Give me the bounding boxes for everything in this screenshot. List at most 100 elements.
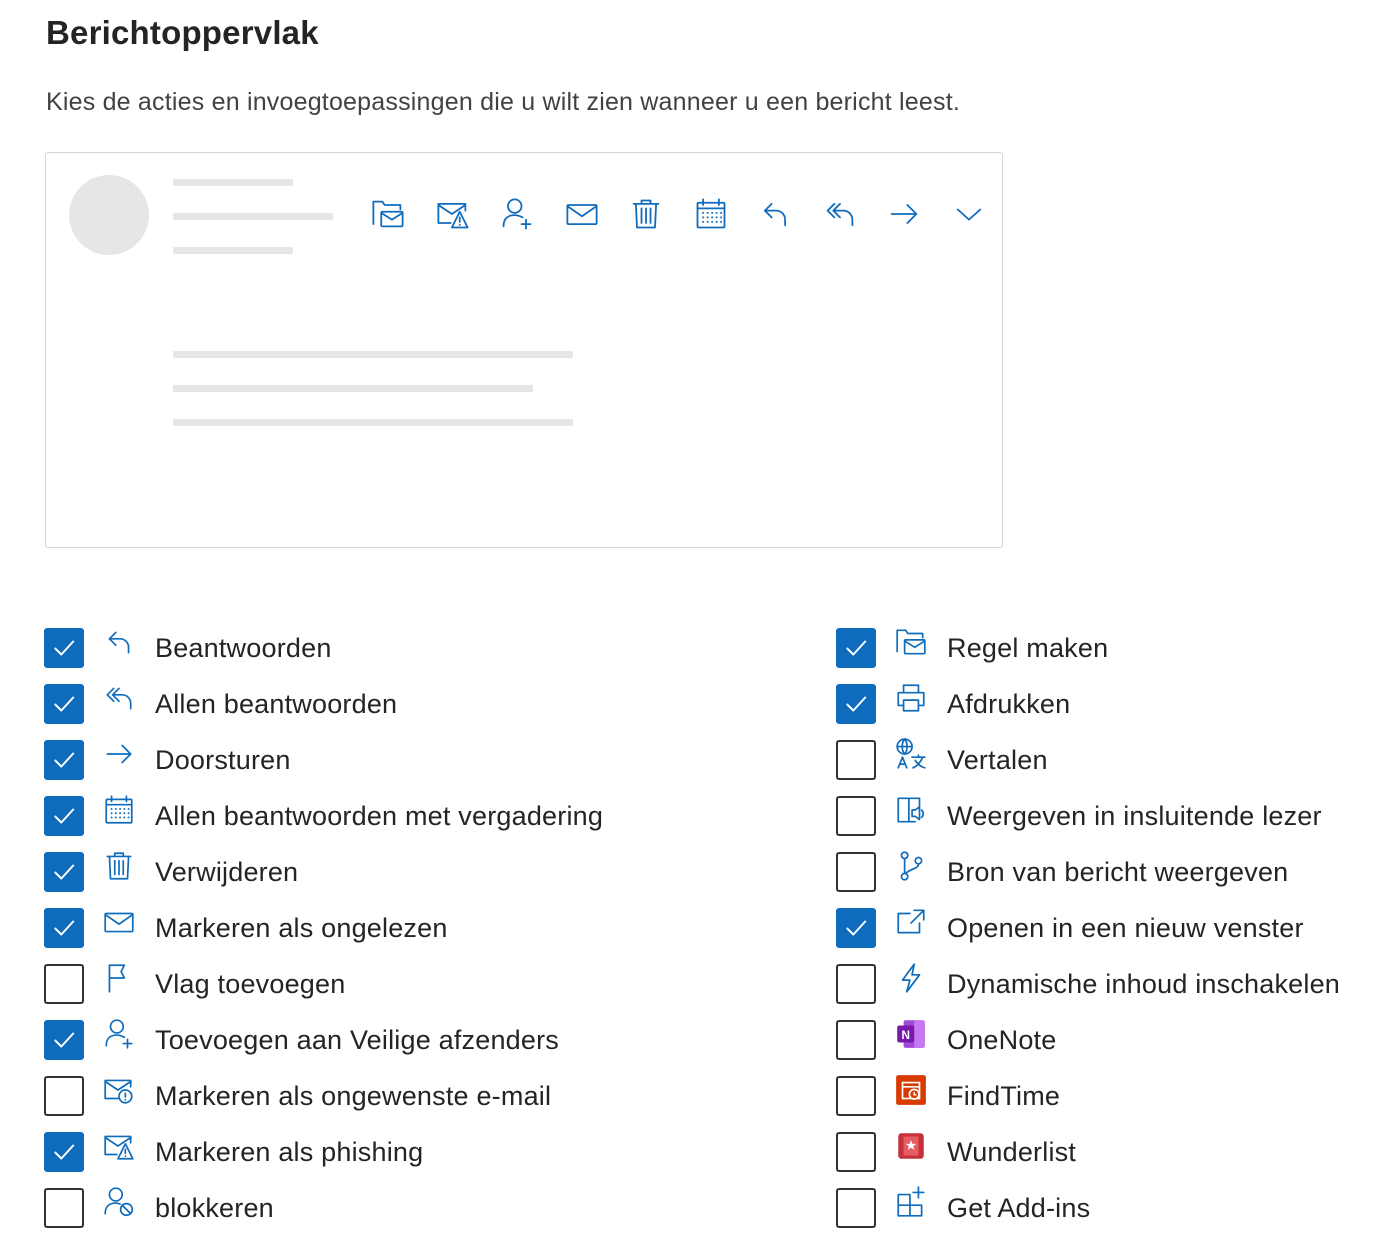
page-title: Berichtoppervlak [46, 14, 319, 51]
forward-icon [102, 737, 136, 771]
option-label: Regel maken [947, 632, 1109, 663]
add-person-icon [102, 1017, 136, 1051]
checkbox[interactable] [44, 908, 84, 948]
option-label: Dynamische inhoud inschakelen [947, 968, 1341, 999]
delete-icon [628, 196, 664, 232]
option-vertalen[interactable]: Vertalen [836, 732, 1340, 788]
option-label: Beantwoorden [155, 632, 332, 663]
option-beantwoorden[interactable]: Beantwoorden [44, 620, 603, 676]
option-verwijderen[interactable]: Verwijderen [44, 844, 603, 900]
option-doorsturen[interactable]: Doorsturen [44, 732, 603, 788]
checkmark-icon [51, 691, 77, 717]
svg-text:N: N [901, 1029, 909, 1042]
calendar-icon [693, 196, 729, 232]
option-allen-beantwoorden-met-vergadering[interactable]: Allen beantwoorden met vergadering [44, 788, 603, 844]
option-label: Get Add-ins [947, 1192, 1091, 1223]
flash-icon [894, 961, 928, 995]
avatar-placeholder [69, 175, 149, 255]
preview-toolbar-button[interactable] [614, 193, 679, 235]
checkbox[interactable] [44, 684, 84, 724]
checkmark-icon [51, 915, 77, 941]
checkmark-icon [51, 803, 77, 829]
preview-toolbar-button[interactable] [743, 193, 808, 235]
preview-toolbar-button[interactable] [550, 193, 615, 235]
preview-toolbar-button[interactable] [356, 193, 421, 235]
reply-all-icon [822, 196, 858, 232]
option-label: Toevoegen aan Veilige afzenders [155, 1024, 560, 1055]
placeholder-line [173, 351, 573, 358]
checkbox[interactable] [836, 1020, 876, 1060]
open-window-icon [894, 905, 928, 939]
option-blokkeren[interactable]: blokkeren [44, 1180, 603, 1236]
option-markeren-als-ongelezen[interactable]: Markeren als ongelezen [44, 900, 603, 956]
option-findtime[interactable]: FindTime [836, 1068, 1340, 1124]
placeholder-line [173, 419, 573, 426]
checkbox[interactable] [44, 1132, 84, 1172]
option-label: Markeren als ongelezen [155, 912, 448, 943]
option-openen-in-een-nieuw-venster[interactable]: Openen in een nieuw venster [836, 900, 1340, 956]
checkbox[interactable] [836, 964, 876, 1004]
option-markeren-als-phishing[interactable]: Markeren als phishing [44, 1124, 603, 1180]
checkbox[interactable] [836, 628, 876, 668]
preview-toolbar-button[interactable] [679, 193, 744, 235]
checkbox[interactable] [44, 852, 84, 892]
option-label: Verwijderen [155, 856, 299, 887]
forward-icon [886, 196, 922, 232]
preview-toolbar-button[interactable] [808, 193, 873, 235]
option-dynamische-inhoud-inschakelen[interactable]: Dynamische inhoud inschakelen [836, 956, 1340, 1012]
preview-toolbar [356, 193, 1001, 235]
options-column-left: Beantwoorden Allen beantwoorden Doorsturen… [44, 620, 603, 1236]
checkbox[interactable] [44, 796, 84, 836]
reply-icon [102, 625, 136, 659]
checkmark-icon [843, 635, 869, 661]
checkbox[interactable] [44, 1188, 84, 1228]
get-addins-icon [894, 1185, 928, 1219]
delete-icon [102, 849, 136, 883]
phishing-icon [102, 1129, 136, 1163]
onenote-icon: N [894, 1017, 928, 1051]
preview-toolbar-button[interactable] [421, 193, 486, 235]
option-regel-maken[interactable]: Regel maken [836, 620, 1340, 676]
option-wunderlist[interactable]: Wunderlist [836, 1124, 1340, 1180]
option-label: Weergeven in insluitende lezer [947, 800, 1322, 831]
option-markeren-als-ongewenste-e-mail[interactable]: Markeren als ongewenste e-mail [44, 1068, 603, 1124]
checkbox[interactable] [836, 684, 876, 724]
option-vlag-toevoegen[interactable]: Vlag toevoegen [44, 956, 603, 1012]
option-onenote[interactable]: N OneNote [836, 1012, 1340, 1068]
checkbox[interactable] [836, 908, 876, 948]
option-label: Allen beantwoorden [155, 688, 398, 719]
checkbox[interactable] [836, 852, 876, 892]
option-label: Markeren als ongewenste e-mail [155, 1080, 552, 1111]
checkbox[interactable] [836, 796, 876, 836]
option-label: Allen beantwoorden met vergadering [155, 800, 604, 831]
preview-toolbar-button[interactable] [485, 193, 550, 235]
option-allen-beantwoorden[interactable]: Allen beantwoorden [44, 676, 603, 732]
checkbox[interactable] [44, 964, 84, 1004]
option-bron-van-bericht-weergeven[interactable]: Bron van bericht weergeven [836, 844, 1340, 900]
option-weergeven-in-insluitende-lezer[interactable]: Weergeven in insluitende lezer [836, 788, 1340, 844]
flag-icon [102, 961, 136, 995]
option-get-add-ins[interactable]: Get Add-ins [836, 1180, 1340, 1236]
option-label: Wunderlist [947, 1136, 1077, 1167]
checkbox[interactable] [44, 1020, 84, 1060]
option-label: Vertalen [947, 744, 1048, 775]
findtime-icon [894, 1073, 928, 1107]
source-icon [894, 849, 928, 883]
rule-icon [894, 625, 928, 659]
option-label: FindTime [947, 1080, 1061, 1111]
checkmark-icon [51, 859, 77, 885]
preview-toolbar-button[interactable] [872, 193, 937, 235]
option-toevoegen-aan-veilige-afzenders[interactable]: Toevoegen aan Veilige afzenders [44, 1012, 603, 1068]
checkbox[interactable] [44, 628, 84, 668]
preview-toolbar-button[interactable] [937, 193, 1002, 235]
checkbox[interactable] [836, 1188, 876, 1228]
option-afdrukken[interactable]: Afdrukken [836, 676, 1340, 732]
checkbox[interactable] [44, 740, 84, 780]
print-icon [894, 681, 928, 715]
option-label: Afdrukken [947, 688, 1071, 719]
checkmark-icon [843, 691, 869, 717]
checkbox[interactable] [44, 1076, 84, 1116]
checkbox[interactable] [836, 1132, 876, 1172]
checkbox[interactable] [836, 740, 876, 780]
checkbox[interactable] [836, 1076, 876, 1116]
